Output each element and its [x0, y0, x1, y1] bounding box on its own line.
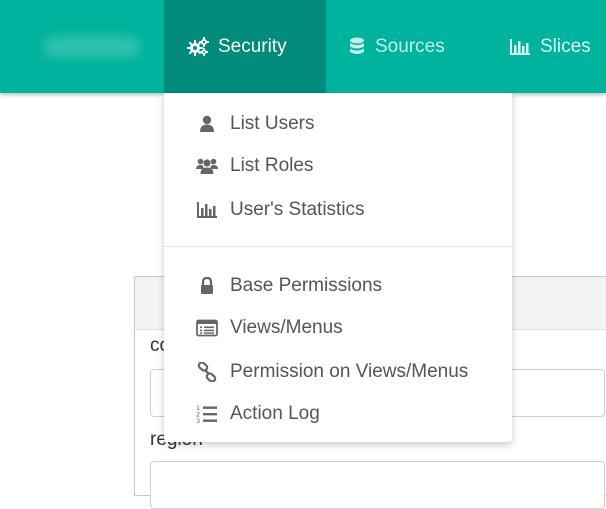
gears-icon — [187, 36, 209, 57]
menu-divider — [164, 246, 512, 247]
menu-label-list-users: List Users — [230, 113, 315, 134]
menu-label-base-permissions: Base Permissions — [230, 275, 383, 296]
menu-item-permission-on-views-menus[interactable]: Permission on Views/Menus — [164, 352, 512, 392]
bar-chart-icon — [194, 199, 220, 221]
bar-chart-icon — [509, 38, 531, 56]
menu-item-base-permissions[interactable]: Base Permissions — [164, 266, 512, 306]
menu-label-users-statistics: User's Statistics — [230, 199, 365, 220]
menu-item-action-log[interactable]: 1 2 3 Action Log — [164, 394, 512, 434]
lock-icon — [194, 275, 220, 297]
text-field-region[interactable] — [150, 461, 605, 509]
ordered-list-icon: 1 2 3 — [194, 403, 220, 425]
nav-slices[interactable]: Slices — [509, 0, 591, 93]
menu-item-list-roles[interactable]: List Roles — [164, 146, 512, 186]
nav-sources[interactable]: Sources — [348, 0, 445, 93]
menu-item-users-statistics[interactable]: User's Statistics — [164, 190, 512, 230]
menu-item-list-users[interactable]: List Users — [164, 104, 512, 144]
nav-sources-label: Sources — [375, 35, 445, 57]
menu-item-views-menus[interactable]: Views/Menus — [164, 308, 512, 348]
menu-label-views-menus: Views/Menus — [230, 317, 343, 338]
group-icon — [194, 155, 220, 177]
security-dropdown-menu: List Users List Roles User's Statistics … — [164, 93, 512, 442]
top-navbar: Security Sources Slices — [0, 0, 606, 93]
nav-security-label: Security — [218, 35, 287, 57]
user-icon — [194, 113, 220, 135]
menu-label-permission-on-views-menus: Permission on Views/Menus — [230, 361, 469, 382]
nav-slices-label: Slices — [540, 35, 591, 57]
brand-logo[interactable] — [44, 36, 140, 58]
list-window-icon — [194, 317, 220, 339]
menu-label-action-log: Action Log — [230, 403, 320, 424]
database-icon — [348, 37, 366, 57]
menu-label-list-roles: List Roles — [230, 155, 314, 176]
nav-security[interactable]: Security — [164, 0, 326, 93]
svg-text:3: 3 — [196, 417, 200, 424]
link-icon — [194, 361, 220, 383]
